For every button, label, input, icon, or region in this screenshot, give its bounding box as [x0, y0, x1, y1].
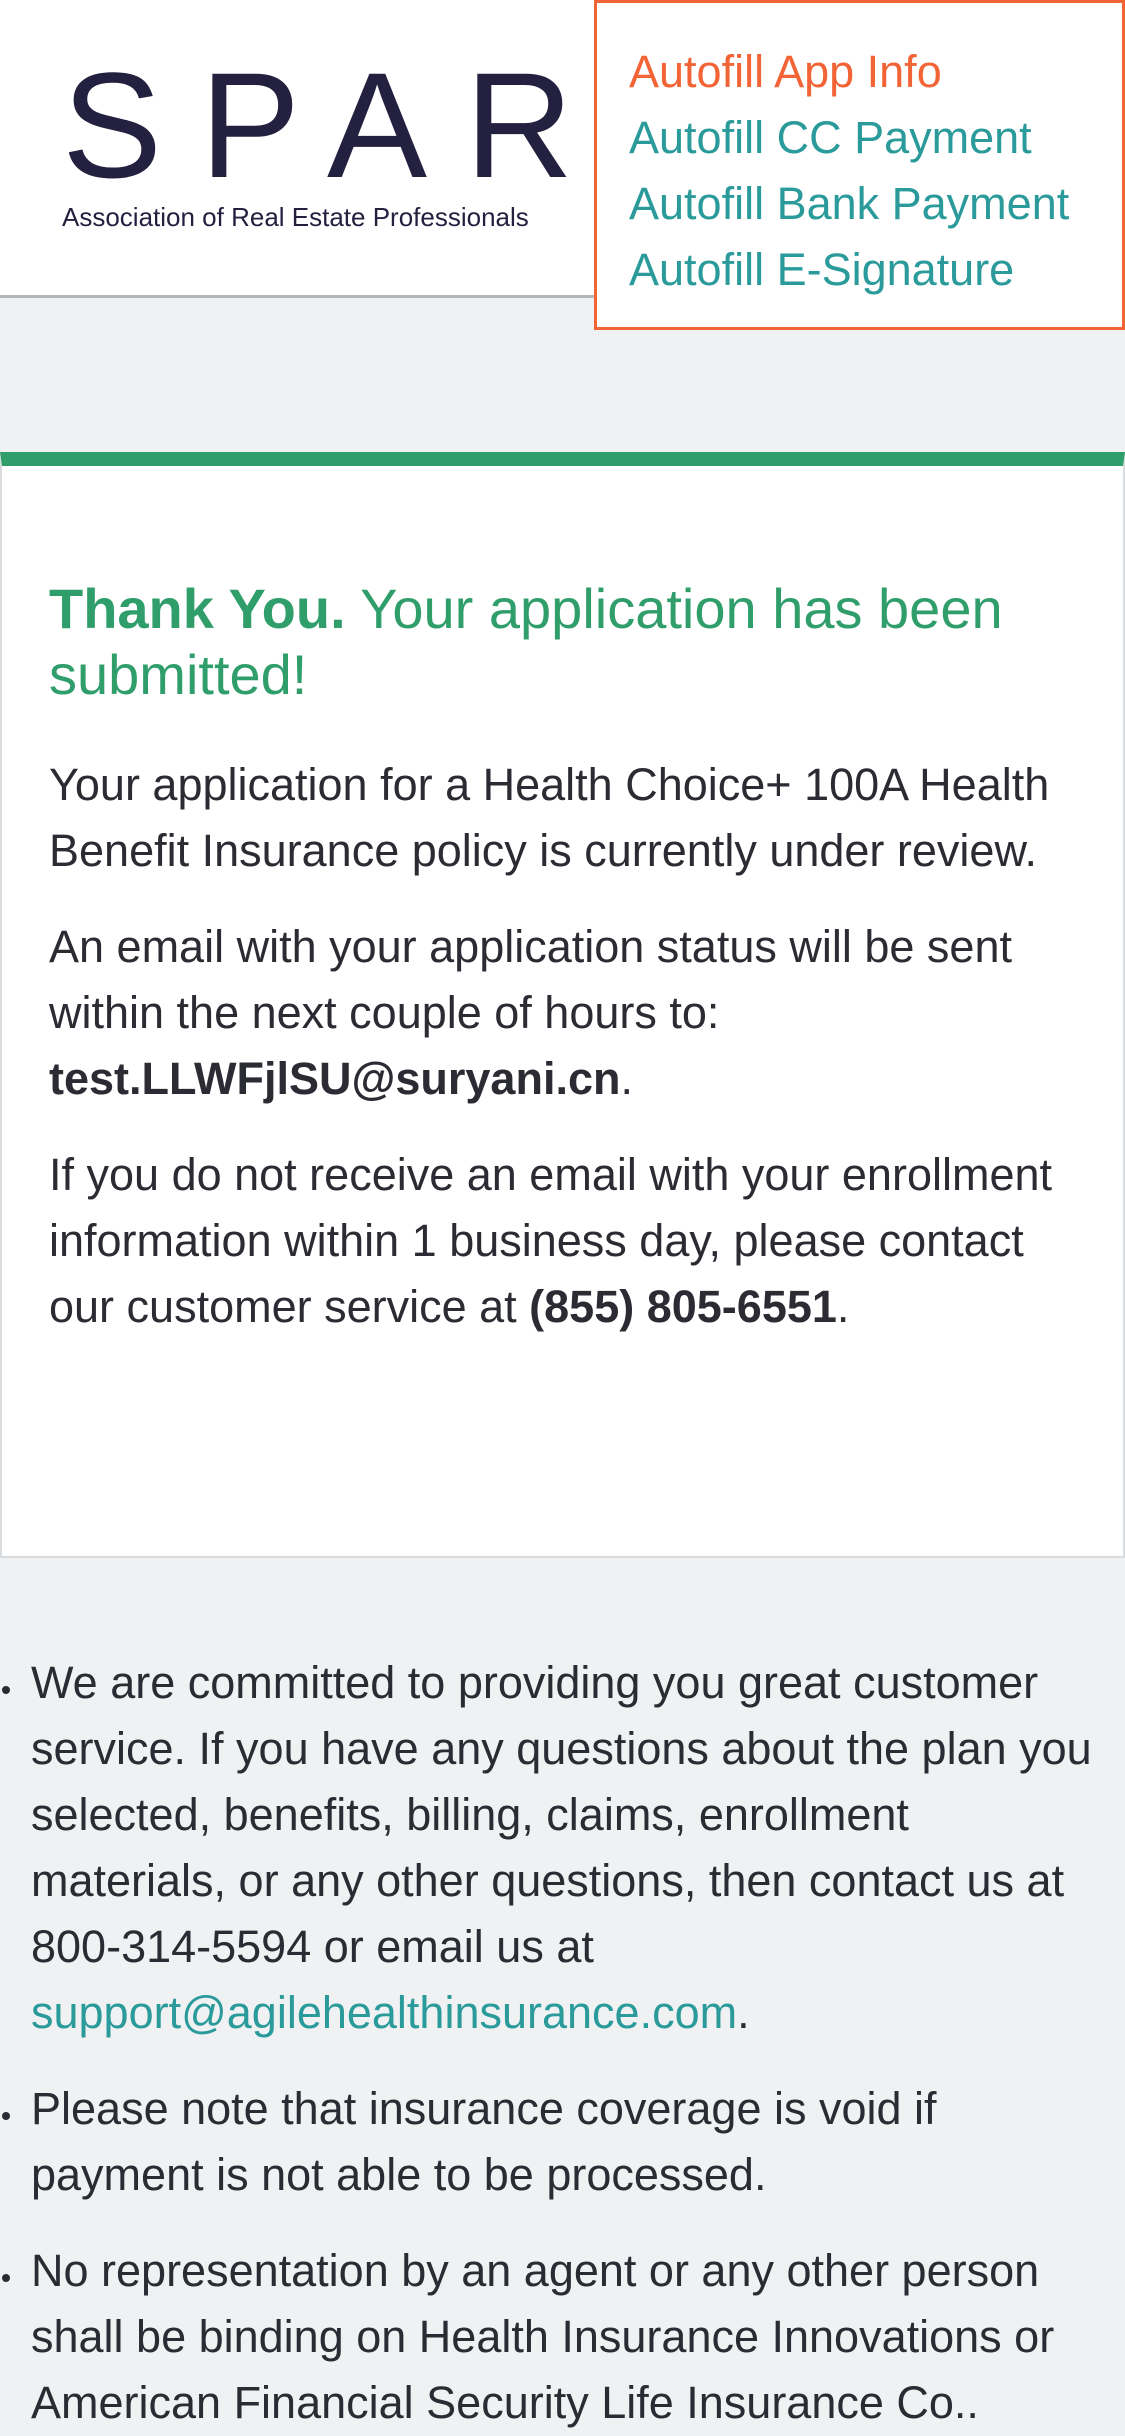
confirmation-card: Thank You. Your application has been sub… — [0, 452, 1125, 1558]
info-section: We are committed to providing you great … — [0, 1650, 1125, 2436]
confirmation-title: Thank You. Your application has been sub… — [49, 576, 1077, 708]
support-text-end: . — [737, 1987, 750, 2038]
info-list: We are committed to providing you great … — [0, 1650, 1125, 2436]
list-item-support: We are committed to providing you great … — [0, 1650, 1125, 2046]
email-notice-end: . — [620, 1053, 633, 1104]
autofill-bank-payment-link[interactable]: Autofill Bank Payment — [629, 171, 1122, 237]
customer-service-end: . — [836, 1281, 850, 1332]
support-email-link[interactable]: support@agilehealthinsurance.com — [31, 1987, 737, 2038]
autofill-app-info-link[interactable]: Autofill App Info — [629, 39, 1122, 105]
autofill-cc-payment-link[interactable]: Autofill CC Payment — [629, 105, 1122, 171]
list-item-coverage-void: Please note that insurance coverage is v… — [0, 2076, 1125, 2208]
list-item-representation: No representation by an agent or any oth… — [0, 2238, 1125, 2436]
customer-service-phone: (855) 805-6551 — [529, 1281, 837, 1332]
autofill-e-signature-link[interactable]: Autofill E-Signature — [629, 237, 1122, 303]
applicant-email: test.LLWFjlSU@suryani.cn — [49, 1053, 621, 1104]
title-thank-you: Thank You. — [49, 577, 346, 640]
email-notice-text: An email with your application status wi… — [49, 914, 1077, 1112]
autofill-menu: Autofill App Info Autofill CC Payment Au… — [594, 0, 1125, 330]
application-review-text: Your application for a Health Choice+ 10… — [49, 759, 1050, 876]
customer-service-text: If you do not receive an email with your… — [49, 1142, 1077, 1340]
support-text: We are committed to providing you great … — [31, 1657, 1092, 1972]
email-notice-body: An email with your application status wi… — [49, 921, 1012, 1038]
